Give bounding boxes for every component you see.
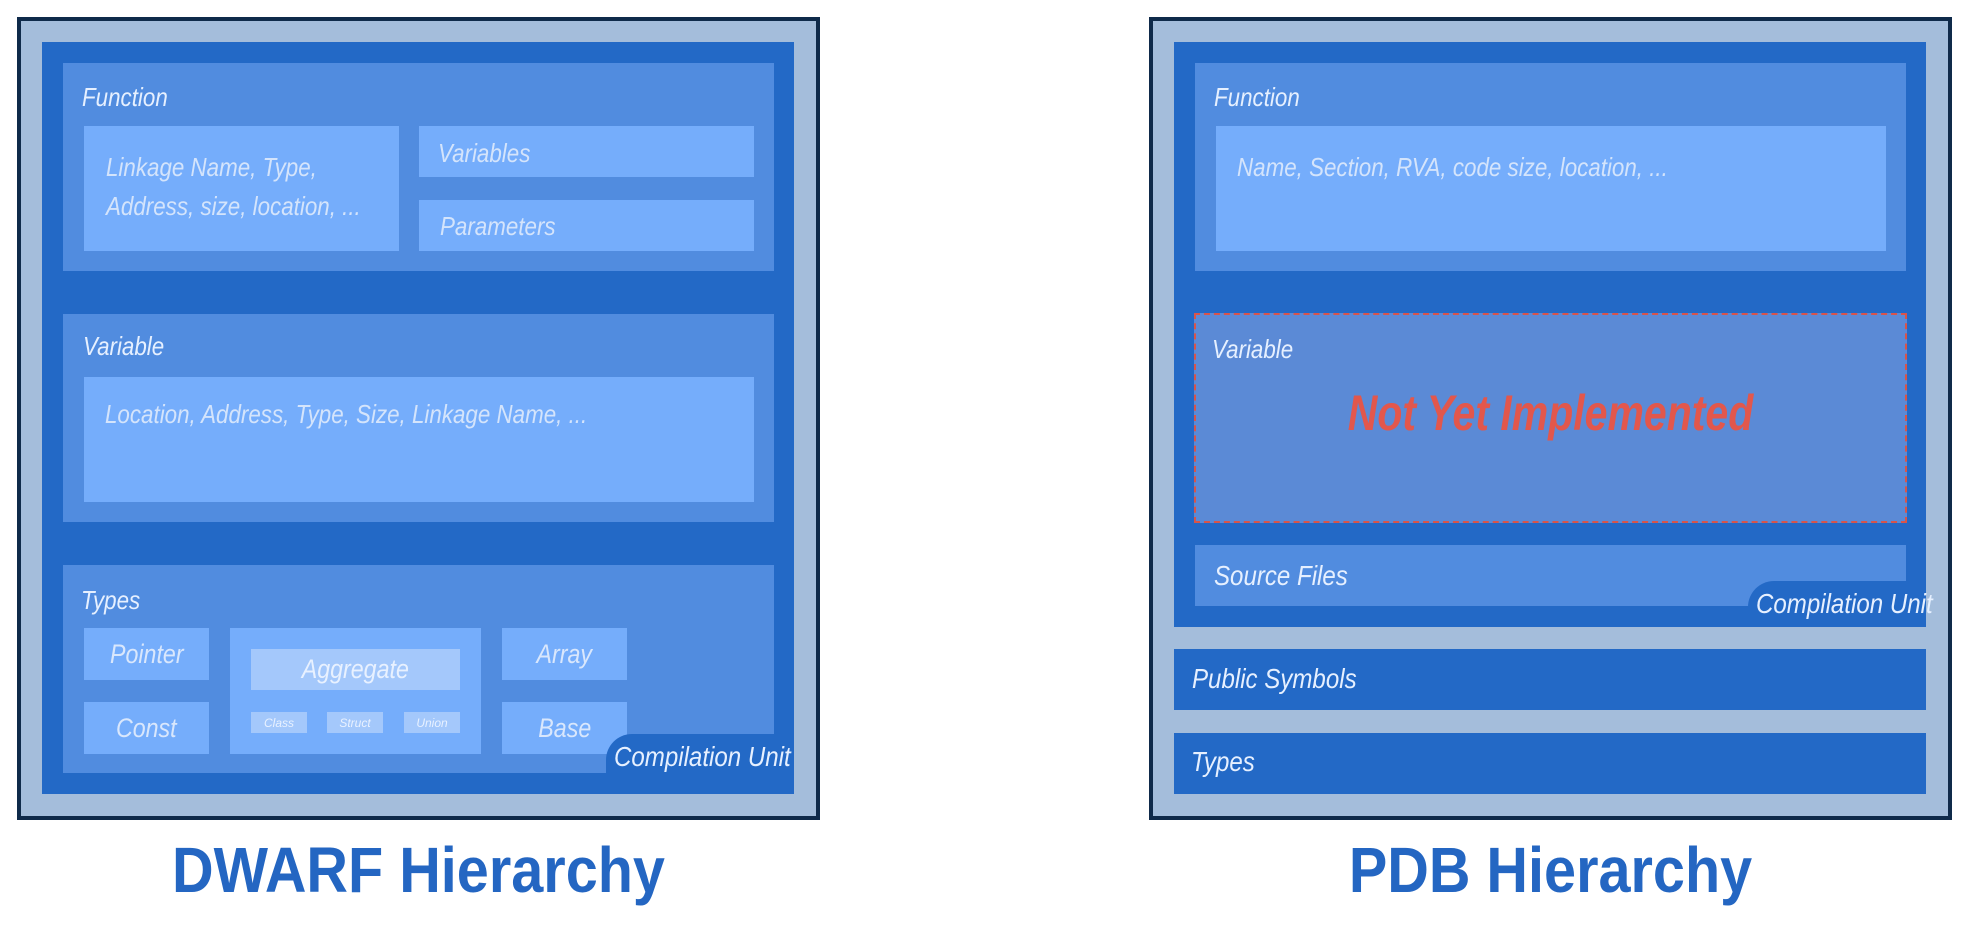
- dwarf-type-aggregate: Aggregate: [251, 649, 460, 690]
- dwarf-function-label: Function: [82, 82, 168, 112]
- pdb-hierarchy-title: PDB Hierarchy: [1348, 834, 1753, 906]
- dwarf-variables-label: Variables: [438, 138, 531, 168]
- dwarf-types-label: Types: [81, 585, 141, 615]
- pdb-types-label: Types: [1191, 746, 1255, 777]
- pdb-variable-not-implemented: Not Yet Implemented: [1347, 385, 1754, 441]
- dwarf-variable-label: Variable: [83, 331, 165, 361]
- dwarf-type-pointer: Pointer: [84, 628, 209, 680]
- pdb-source-files-label: Source Files: [1214, 560, 1348, 591]
- pdb-compilation-unit-tab: Compilation Unit: [1748, 581, 1933, 627]
- pdb-function-label: Function: [1214, 82, 1300, 112]
- dwarf-type-base: Base: [502, 702, 627, 754]
- dwarf-type-const: Const: [84, 702, 209, 754]
- dwarf-variable-attrs: Location, Address, Type, Size, Linkage N…: [105, 399, 588, 429]
- dwarf-hierarchy-title: DWARF Hierarchy: [172, 834, 665, 906]
- dwarf-parameters-label: Parameters: [440, 211, 556, 241]
- dwarf-type-array: Array: [502, 628, 627, 680]
- dwarf-function-attrs-line1: Linkage Name, Type,: [106, 152, 317, 182]
- pdb-public-symbols-label: Public Symbols: [1192, 663, 1357, 694]
- dwarf-function-attrs-line2: Address, size, location, ...: [106, 191, 361, 221]
- dwarf-type-class: Class: [251, 712, 307, 733]
- dwarf-compilation-unit-tab: Compilation Unit: [606, 734, 794, 780]
- dwarf-type-union: Union: [404, 712, 460, 733]
- pdb-function-attributes: [1216, 126, 1886, 251]
- pdb-types-section: [1174, 733, 1926, 794]
- dwarf-type-struct: Struct: [327, 712, 383, 733]
- dwarf-type-aggregate-group: [230, 628, 481, 754]
- pdb-variable-label: Variable: [1212, 334, 1294, 364]
- pdb-function-attrs: Name, Section, RVA, code size, location,…: [1237, 152, 1668, 182]
